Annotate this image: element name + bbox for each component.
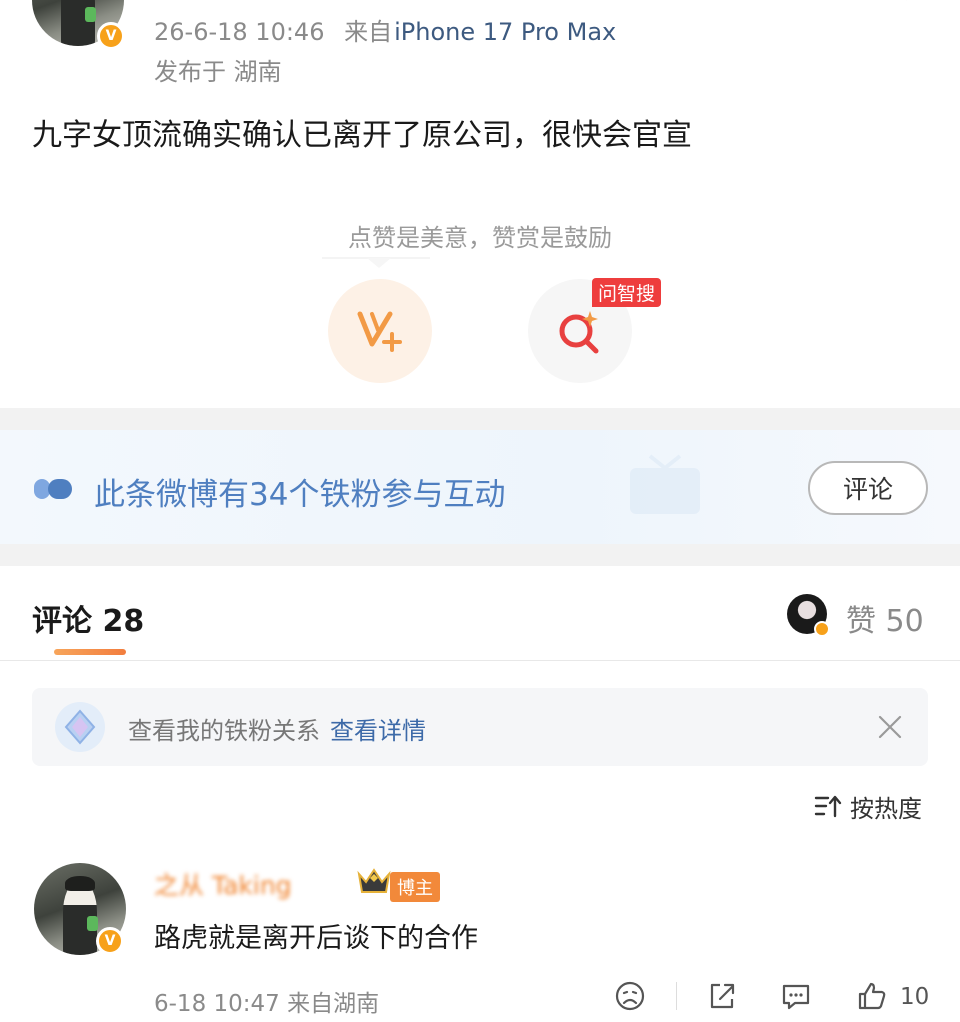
- reward-button[interactable]: [328, 279, 432, 383]
- tab-divider: [0, 660, 960, 661]
- view-details-link[interactable]: 查看详情: [330, 717, 426, 745]
- post-timestamp: 26-6-18 10:46 来自iPhone 17 Pro Max: [154, 12, 616, 47]
- comment-like-count: 10: [900, 984, 930, 1010]
- comments-tab-row: 评论 28 赞 50: [0, 566, 960, 662]
- reward-v-icon: [357, 311, 402, 352]
- comment-meta: 6-18 10:47 来自湖南: [154, 991, 380, 1017]
- fans-banner-text: 此条微博有34个铁粉参与互动: [94, 477, 506, 513]
- like-thumb-icon[interactable]: [856, 980, 888, 1012]
- tab-comments[interactable]: 评论 28: [32, 596, 144, 640]
- sort-label: 按热度: [850, 794, 922, 823]
- sort-by-hot-button[interactable]: 按热度: [814, 790, 922, 823]
- close-icon[interactable]: [878, 715, 902, 739]
- sort-icon: [814, 795, 842, 818]
- section-divider-2: [0, 544, 960, 566]
- smart-search-icon: [559, 311, 599, 354]
- tab-active-indicator: [54, 649, 126, 655]
- section-divider: [0, 408, 960, 430]
- fans-icon: [34, 479, 72, 499]
- fans-relation-notice: 查看我的铁粉关系 查看详情: [32, 688, 928, 766]
- share-icon[interactable]: [706, 980, 738, 1012]
- fans-notice-text: 查看我的铁粉关系 查看详情: [128, 711, 426, 746]
- post-time-text: 26-6-18 10:46: [154, 18, 325, 46]
- meta-separator: [676, 982, 677, 1010]
- verified-badge-icon: V: [96, 927, 124, 955]
- comment-item: V 之从 Taking 博主 路虎就是离开后谈下的合作 6-18 10:47 来…: [0, 860, 960, 1022]
- post-header: V 26-6-18 10:46 来自iPhone 17 Pro Max 发布于 …: [0, 0, 960, 100]
- reward-tip: 点赞是美意，赞赏是鼓励: [348, 224, 612, 252]
- dislike-face-icon[interactable]: [614, 980, 646, 1012]
- post-content: 九字女顶流确实确认已离开了原公司，很快会官宣: [32, 118, 692, 153]
- likes-count[interactable]: 赞 50: [846, 596, 924, 640]
- tv-watermark-icon: [630, 454, 700, 514]
- diamond-icon: [55, 702, 105, 752]
- comment-icon[interactable]: [780, 980, 812, 1012]
- tip-arrow: [367, 258, 391, 268]
- post-source-prefix: 来自: [344, 18, 393, 46]
- blogger-badge: 博主: [390, 872, 440, 902]
- comment-content: 路虎就是离开后谈下的合作: [154, 923, 478, 954]
- close-icon[interactable]: [894, 0, 920, 8]
- comment-button[interactable]: 评论: [808, 461, 928, 515]
- liker-avatar[interactable]: [787, 594, 830, 637]
- fans-notice-label: 查看我的铁粉关系: [128, 717, 320, 745]
- commenter-name[interactable]: 之从 Taking: [154, 866, 292, 902]
- post-device[interactable]: iPhone 17 Pro Max: [394, 18, 616, 46]
- post-location: 发布于 湖南: [154, 58, 282, 86]
- crown-icon: [357, 868, 391, 893]
- smart-search-tag: 问智搜: [592, 278, 662, 307]
- verified-badge-icon: V: [97, 22, 125, 50]
